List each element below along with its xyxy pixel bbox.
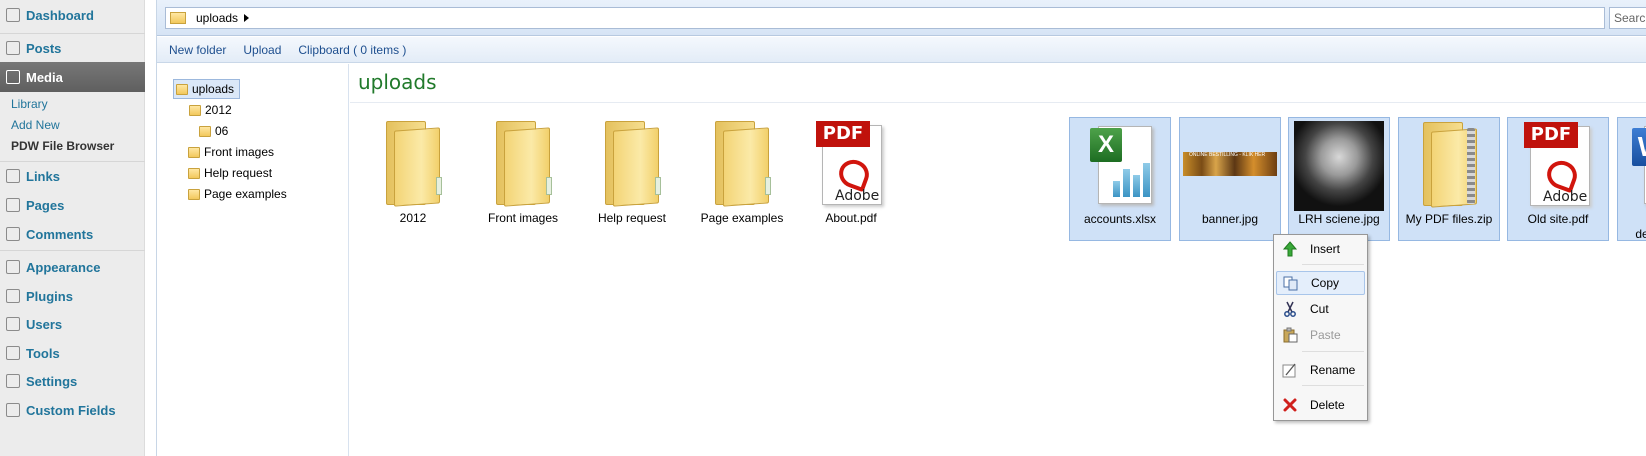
context-paste[interactable]: Paste: [1276, 323, 1365, 347]
pdf-icon: Adobe PDF: [1524, 122, 1594, 208]
context-insert[interactable]: Insert: [1276, 237, 1365, 261]
path-segment-uploads[interactable]: uploads: [196, 11, 238, 25]
scissors-icon: [1282, 301, 1298, 317]
context-rename[interactable]: Rename: [1276, 358, 1365, 382]
file-item-help-request[interactable]: Help request: [581, 117, 683, 241]
folder-icon: [188, 188, 200, 200]
folder-tree: uploads 2012 06 Front images Help reques…: [157, 64, 349, 456]
context-cut[interactable]: Cut: [1276, 297, 1365, 321]
path-bar: uploads Search: [157, 0, 1646, 36]
file-item-lrh-sciene-jpg[interactable]: LRH sciene.jpg: [1288, 117, 1390, 241]
folder-icon: [170, 12, 186, 24]
menu-posts[interactable]: Posts: [0, 33, 145, 63]
settings-icon: [6, 374, 20, 388]
menu-settings[interactable]: Settings: [0, 366, 145, 396]
tools-icon: [6, 346, 20, 360]
toolbar: New folder Upload Clipboard ( 0 items ): [157, 37, 1646, 63]
file-item-old-site-pdf[interactable]: Adobe PDF Old site.pdf: [1507, 117, 1609, 241]
file-item-my-pdf-files-zip[interactable]: My PDF files.zip: [1398, 117, 1500, 241]
excel-icon: X: [1090, 124, 1154, 206]
file-item-2012[interactable]: 2012: [362, 117, 464, 241]
menu-separator: [0, 250, 145, 251]
tree-node-front-images[interactable]: Front images: [186, 142, 274, 162]
folder-icon: [496, 121, 552, 207]
pdf-icon: Adobe PDF: [816, 121, 886, 207]
links-icon: [6, 169, 20, 183]
pages-icon: [6, 198, 20, 212]
plugins-icon: [6, 289, 20, 303]
delete-icon: [1282, 397, 1298, 413]
path-arrow-icon[interactable]: [244, 14, 250, 22]
folder-icon: [386, 121, 442, 207]
folder-icon: [715, 121, 771, 207]
menu-pages[interactable]: Pages: [0, 190, 145, 220]
new-folder-button[interactable]: New folder: [169, 43, 226, 57]
menu-users[interactable]: Users: [0, 309, 145, 339]
folder-icon: [188, 167, 200, 179]
appearance-icon: [6, 260, 20, 274]
file-browser: uploads Search New folder Upload Clipboa…: [156, 0, 1646, 456]
menu-dashboard[interactable]: Dashboard: [0, 0, 145, 30]
menu-separator: [1302, 351, 1364, 352]
rename-icon: [1282, 362, 1298, 378]
file-item-page-examples[interactable]: Page examples: [691, 117, 793, 241]
file-item-project-details-docx[interactable]: W Project details.docx: [1617, 117, 1646, 241]
menu-plugins[interactable]: Plugins: [0, 281, 145, 311]
posts-icon: [6, 41, 20, 55]
custom-fields-icon: [6, 403, 20, 417]
menu-separator: [1302, 264, 1364, 265]
file-item-about-pdf[interactable]: Adobe PDF About.pdf: [800, 117, 902, 241]
comments-icon: [6, 227, 20, 241]
tree-node-help-request[interactable]: Help request: [186, 163, 272, 183]
zip-folder-icon: [1423, 122, 1477, 208]
copy-icon: [1283, 275, 1299, 291]
file-item-front-images[interactable]: Front images: [472, 117, 574, 241]
upload-button[interactable]: Upload: [243, 43, 281, 57]
paste-icon: [1282, 327, 1298, 343]
divider: [350, 102, 1646, 103]
insert-arrow-icon: [1282, 241, 1298, 257]
folder-icon: [199, 125, 211, 137]
search-input[interactable]: Search: [1609, 7, 1646, 29]
tree-node-uploads[interactable]: uploads: [173, 79, 241, 99]
file-item-banner-jpg[interactable]: ONLINE BESTILLING - KLIK HER banner.jpg: [1179, 117, 1281, 241]
context-menu: Insert Copy Cut Paste Rename Delete: [1273, 234, 1368, 421]
folder-title: uploads: [358, 70, 437, 94]
context-copy[interactable]: Copy: [1276, 271, 1365, 295]
tree-node-06[interactable]: 06: [197, 121, 228, 141]
media-icon: [6, 70, 20, 84]
menu-comments[interactable]: Comments: [0, 219, 145, 249]
users-icon: [6, 317, 20, 331]
menu-media[interactable]: Media: [0, 62, 145, 92]
folder-icon: [188, 146, 200, 158]
path-breadcrumb[interactable]: uploads: [165, 7, 1605, 29]
file-item-accounts-xlsx[interactable]: X accounts.xlsx: [1069, 117, 1171, 241]
submenu-add-new[interactable]: Add New: [11, 118, 60, 132]
folder-icon: [176, 83, 188, 95]
file-list: uploads 2012 Front images Help request P…: [350, 64, 1646, 456]
menu-links[interactable]: Links: [0, 161, 145, 191]
menu-custom-fields[interactable]: Custom Fields: [0, 395, 145, 425]
word-icon: W: [1630, 124, 1646, 206]
dashboard-icon: [6, 8, 20, 22]
menu-separator: [1302, 385, 1364, 386]
context-delete[interactable]: Delete: [1276, 393, 1365, 417]
menu-tools[interactable]: Tools: [0, 338, 145, 368]
submenu-library[interactable]: Library: [11, 97, 48, 111]
submenu-pdw-file-browser[interactable]: PDW File Browser: [11, 139, 114, 153]
folder-icon: [189, 104, 201, 116]
clipboard-button[interactable]: Clipboard ( 0 items ): [298, 43, 406, 57]
menu-appearance[interactable]: Appearance: [0, 252, 145, 282]
image-thumbnail: ONLINE BESTILLING - KLIK HER: [1183, 152, 1277, 176]
photo-thumbnail: [1294, 121, 1384, 211]
tree-node-2012[interactable]: 2012: [187, 100, 232, 120]
tree-node-page-examples[interactable]: Page examples: [186, 184, 287, 204]
wp-admin-menu: Dashboard Posts Media Library Add New PD…: [0, 0, 145, 456]
folder-icon: [605, 121, 661, 207]
